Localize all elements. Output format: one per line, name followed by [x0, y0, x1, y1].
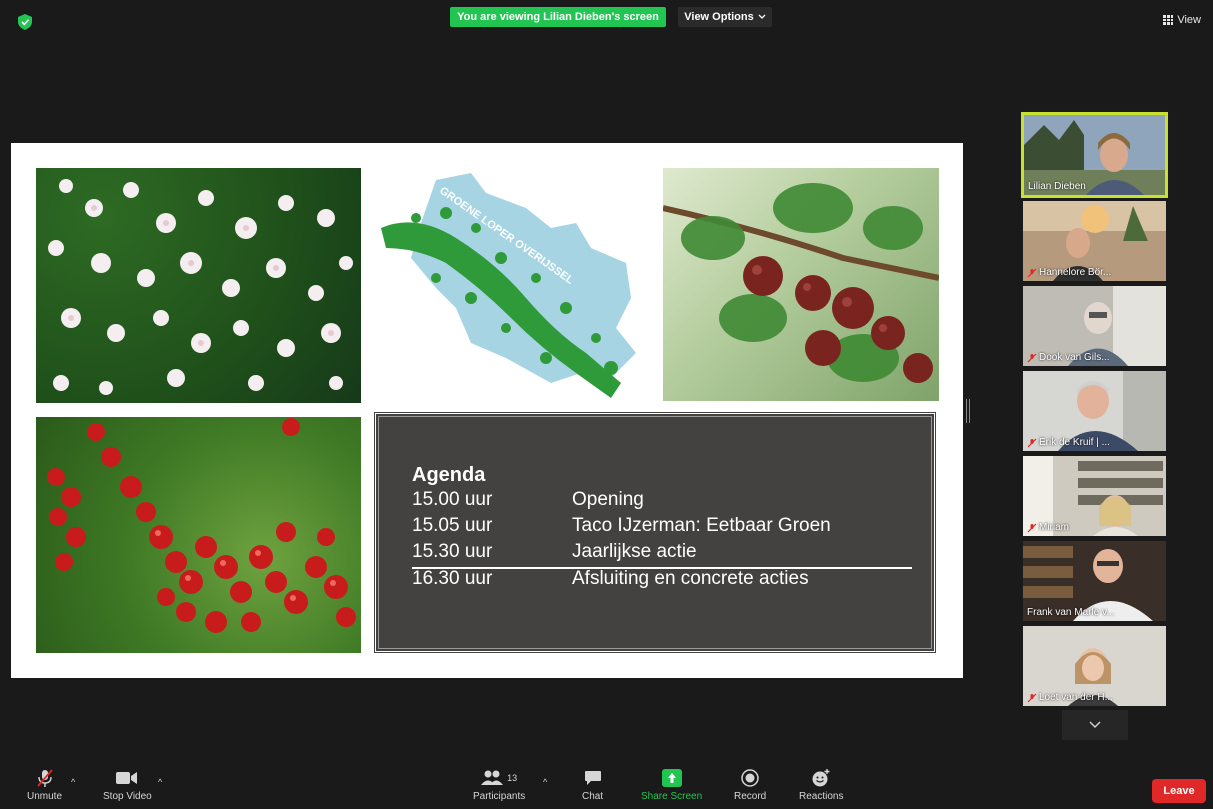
groene-loper-logo: GROENE LOPER OVERIJSSEL [376, 168, 648, 403]
security-shield-icon[interactable] [18, 14, 32, 30]
agenda-item: 15.30 uur Jaarlijkse actie [412, 541, 697, 563]
video-camera-icon [116, 772, 138, 784]
agenda-item: 15.05 uur Taco IJzerman: Eetbaar Groen [412, 515, 831, 537]
video-tile[interactable]: Hannelore Bör... [1023, 201, 1166, 281]
video-tile[interactable]: Frank van Marle v... [1023, 541, 1166, 621]
video-tile[interactable]: Erik de Kruif | ... [1023, 371, 1166, 451]
audio-options-caret-icon[interactable]: ^ [71, 777, 75, 787]
participant-name: Dook van Gils... [1027, 352, 1110, 363]
meeting-toolbar: Unmute ^ Stop Video ^ 13 Participants ^ … [0, 765, 1213, 809]
unmute-label: Unmute [27, 791, 63, 802]
view-options-label: View Options [684, 11, 754, 23]
muted-mic-icon [1027, 353, 1037, 362]
agenda-time: 15.05 uur [412, 515, 493, 536]
agenda-item: 16.30 uur Afsluiting en concrete acties [412, 568, 809, 590]
stop-video-label: Stop Video [103, 791, 152, 802]
participant-name: Hannelore Bör... [1027, 267, 1111, 278]
viewing-screen-banner: You are viewing Lilian Dieben's screen [450, 7, 666, 27]
chat-bubble-icon [584, 771, 601, 785]
participants-count: 13 [507, 773, 518, 783]
reactions-label: Reactions [799, 791, 844, 802]
muted-mic-icon [1027, 438, 1037, 447]
gallery-view-button[interactable]: View [1163, 14, 1201, 26]
viewing-banner-text: You are viewing Lilian Dieben's screen [457, 11, 659, 23]
participant-name: Lilian Dieben [1028, 181, 1086, 192]
hawthorn-blossom-photo [36, 168, 361, 403]
agenda-time: 16.30 uur [412, 568, 493, 589]
agenda-label: Taco IJzerman: Eetbaar Groen [572, 515, 831, 536]
view-options-button[interactable]: View Options [678, 7, 772, 27]
chat-button[interactable]: Chat [582, 765, 603, 802]
agenda-time: 15.00 uur [412, 489, 493, 510]
agenda-label: Afsluiting en concrete acties [572, 568, 809, 589]
participants-label: Participants [473, 791, 526, 802]
reactions-button[interactable]: Reactions [799, 765, 843, 802]
agenda-label: Jaarlijkse actie [572, 541, 697, 562]
muted-mic-icon [1027, 523, 1037, 532]
participant-name: Frank van Marle v... [1027, 607, 1115, 618]
record-label: Record [734, 791, 767, 802]
muted-mic-icon [1027, 268, 1037, 277]
stop-video-button[interactable]: Stop Video [103, 765, 152, 802]
video-tile-active-speaker[interactable]: Lilian Dieben [1021, 112, 1168, 198]
participants-options-caret-icon[interactable]: ^ [543, 777, 547, 787]
muted-microphone-icon [36, 769, 53, 787]
grid-icon [1163, 15, 1174, 25]
chevron-down-icon [758, 14, 766, 19]
gallery-scroll-down-button[interactable] [1062, 710, 1128, 740]
agenda-item: 15.00 uur Opening [412, 489, 644, 511]
shared-screen-slide: GROENE LOPER OVERIJSSEL Agenda 15.00 uur… [11, 143, 963, 678]
record-icon [741, 769, 759, 787]
video-tile[interactable]: Loet van der H... [1023, 626, 1166, 706]
agenda-label: Opening [572, 489, 644, 510]
leave-label: Leave [1163, 785, 1195, 797]
participants-button[interactable]: 13 Participants [473, 765, 525, 802]
unmute-button[interactable]: Unmute [27, 765, 62, 802]
share-screen-label: Share Screen [641, 791, 703, 802]
smiley-reaction-icon [812, 769, 830, 787]
muted-mic-icon [1027, 693, 1037, 702]
chevron-down-icon [1089, 721, 1101, 729]
red-currant-photo [36, 417, 361, 653]
participant-name: Erik de Kruif | ... [1027, 437, 1110, 448]
gooseberry-photo [663, 168, 939, 401]
video-tile[interactable]: Dook van Gils... [1023, 286, 1166, 366]
share-screen-icon [661, 769, 682, 787]
panel-resize-handle[interactable] [966, 399, 970, 423]
share-screen-button[interactable]: Share Screen [641, 765, 702, 802]
video-options-caret-icon[interactable]: ^ [158, 777, 162, 787]
participant-name: Miriam [1027, 522, 1069, 533]
chat-label: Chat [582, 791, 604, 802]
leave-meeting-button[interactable]: Leave [1152, 779, 1206, 803]
zoom-meeting-window: You are viewing Lilian Dieben's screen V… [0, 0, 1213, 809]
participant-name: Loet van der H... [1027, 692, 1113, 703]
participants-icon [481, 770, 504, 785]
agenda-title: Agenda [412, 464, 486, 486]
video-tile[interactable]: Miriam [1023, 456, 1166, 536]
agenda-panel: Agenda 15.00 uur Opening 15.05 uur Taco … [373, 411, 937, 654]
agenda-time: 15.30 uur [412, 541, 493, 562]
record-button[interactable]: Record [734, 765, 766, 802]
view-button-label: View [1177, 14, 1201, 26]
